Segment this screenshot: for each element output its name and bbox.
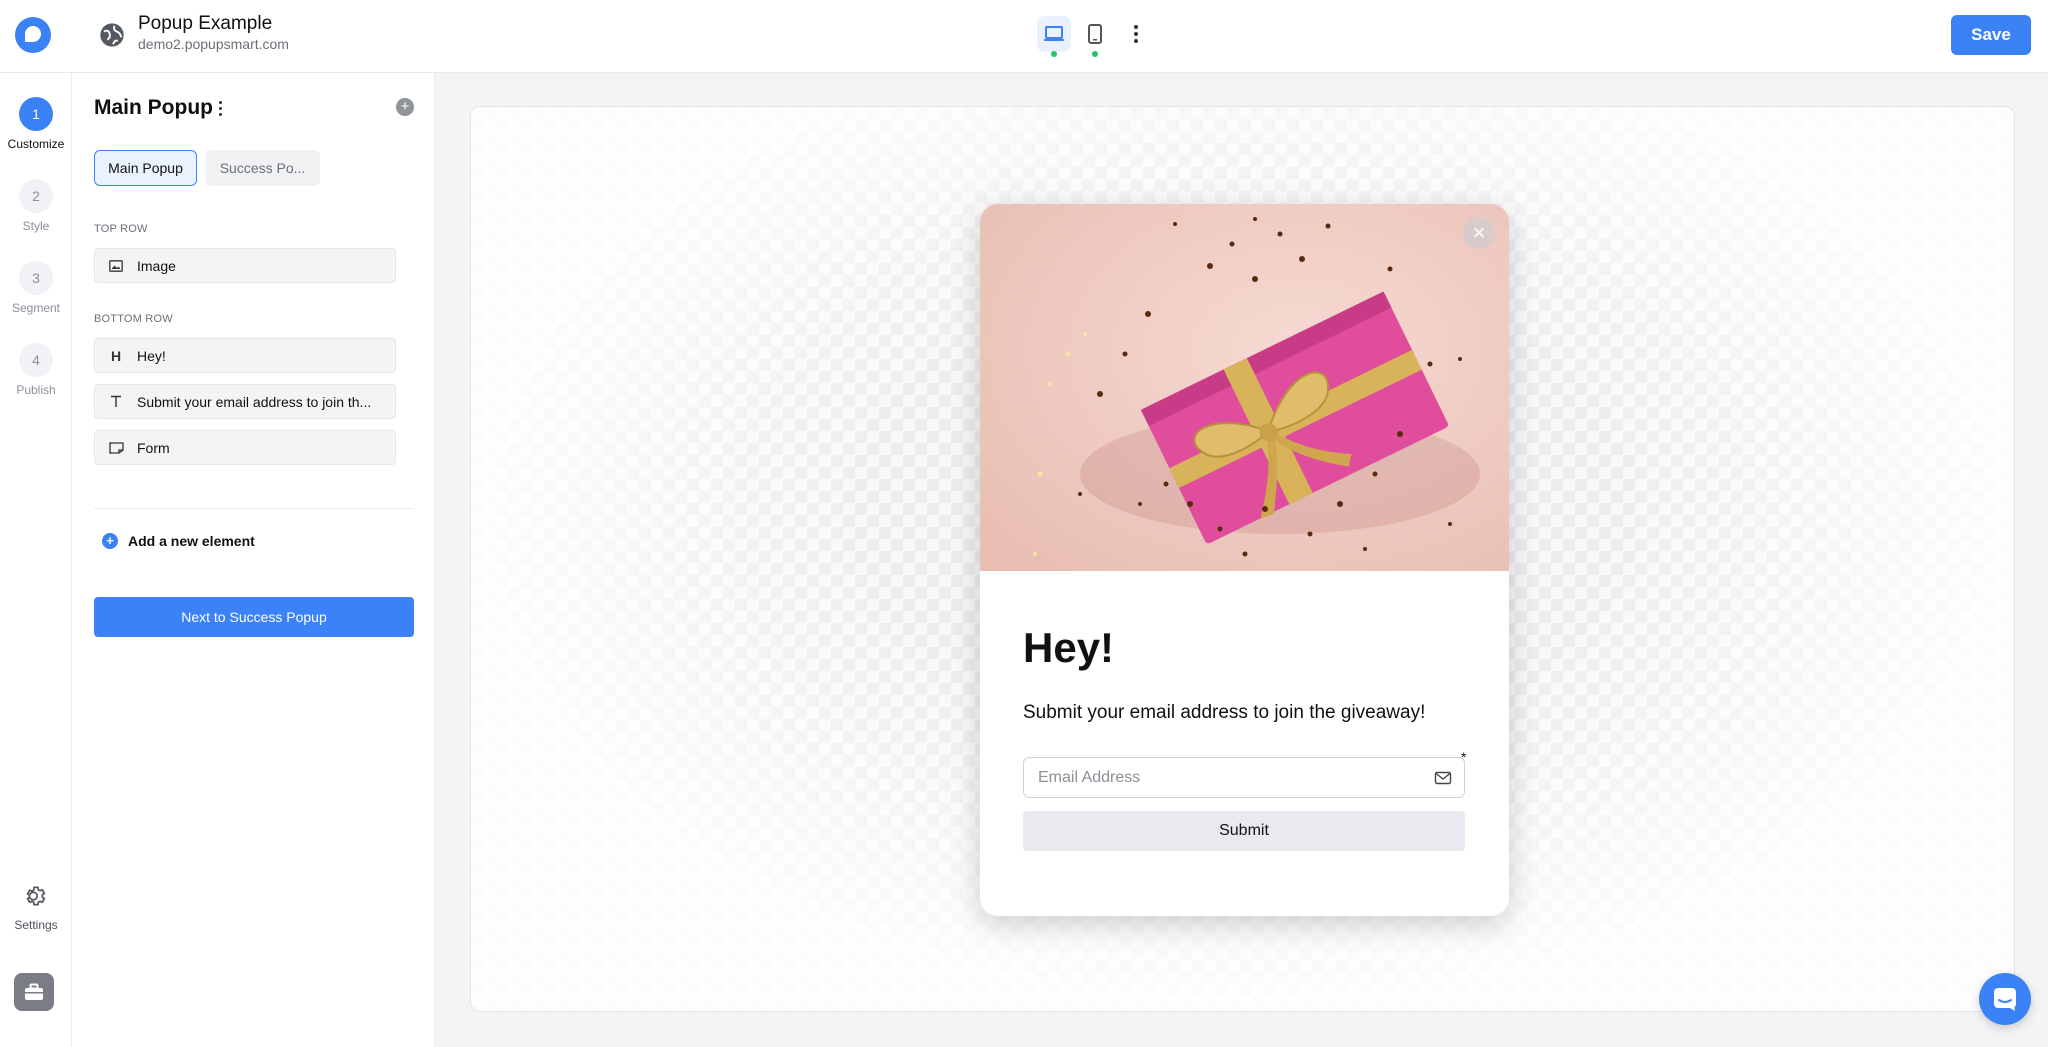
mobile-view-button[interactable]: [1078, 16, 1112, 57]
chat-support-button[interactable]: [1979, 973, 2031, 1025]
top-bar: Popup Example demo2.popupsmart.com Save: [0, 0, 2048, 73]
save-button[interactable]: Save: [1951, 15, 2031, 55]
element-image[interactable]: Image: [94, 248, 396, 283]
layers-panel: Main Popup + Main Popup Success Po... TO…: [72, 73, 435, 1047]
mail-icon: [1434, 771, 1452, 785]
mobile-icon: [1088, 24, 1102, 44]
popup-description: Submit your email address to join the gi…: [1023, 702, 1426, 723]
email-field-wrapper: [1023, 757, 1465, 798]
briefcase-button[interactable]: [14, 973, 54, 1011]
element-heading[interactable]: H Hey!: [94, 338, 396, 373]
settings-button[interactable]: Settings: [0, 883, 72, 932]
briefcase-icon: [25, 983, 43, 1000]
element-form[interactable]: Form: [94, 430, 396, 465]
panel-title: Main Popup: [94, 96, 213, 119]
step-publish[interactable]: 4 Publish: [0, 343, 72, 397]
panel-divider: [94, 508, 414, 509]
popup-heading: Hey!: [1023, 624, 1115, 671]
desktop-view-button[interactable]: [1037, 16, 1071, 57]
close-icon[interactable]: ×: [1463, 217, 1495, 249]
gift-box-illustration: [980, 204, 1509, 571]
gift-image[interactable]: ×: [980, 204, 1509, 571]
image-icon: [95, 259, 137, 272]
gear-icon: [26, 886, 46, 906]
element-text[interactable]: Submit your email address to join th...: [94, 384, 396, 419]
heading-icon: H: [110, 347, 122, 364]
popup-name: Popup Example: [138, 13, 273, 34]
email-input[interactable]: [1036, 758, 1416, 797]
add-element-button[interactable]: + Add a new element: [102, 533, 255, 549]
submit-button[interactable]: Submit: [1023, 811, 1465, 851]
steps-rail: 1 Customize 2 Style 3 Segment 4 Publish …: [0, 73, 72, 1047]
mobile-status-dot: [1092, 51, 1098, 57]
desktop-status-dot: [1051, 51, 1057, 57]
site-domain: demo2.popupsmart.com: [138, 36, 289, 52]
top-row-label: TOP ROW: [94, 223, 148, 235]
bottom-row-label: BOTTOM ROW: [94, 313, 173, 325]
step-style[interactable]: 2 Style: [0, 179, 72, 233]
text-icon: [95, 395, 137, 408]
globe-icon: [100, 23, 124, 47]
desktop-icon: [1044, 26, 1064, 41]
step-customize[interactable]: 1 Customize: [0, 97, 72, 151]
panel-options-icon[interactable]: [216, 101, 224, 119]
popup-preview: × Hey! Submit your email address to join…: [980, 204, 1509, 916]
chat-icon: [1994, 988, 2016, 1011]
settings-label: Settings: [14, 918, 58, 932]
next-to-success-button[interactable]: Next to Success Popup: [94, 597, 414, 637]
step-segment[interactable]: 3 Segment: [0, 261, 72, 315]
required-marker: *: [1461, 749, 1467, 765]
tab-main-popup[interactable]: Main Popup: [94, 150, 197, 186]
tab-success-popup[interactable]: Success Po...: [205, 150, 320, 186]
add-popup-icon[interactable]: +: [396, 98, 414, 116]
more-options-icon[interactable]: [1128, 20, 1144, 48]
app-logo[interactable]: [15, 17, 51, 53]
plus-circle-icon: +: [102, 533, 118, 549]
form-icon: [95, 441, 137, 454]
